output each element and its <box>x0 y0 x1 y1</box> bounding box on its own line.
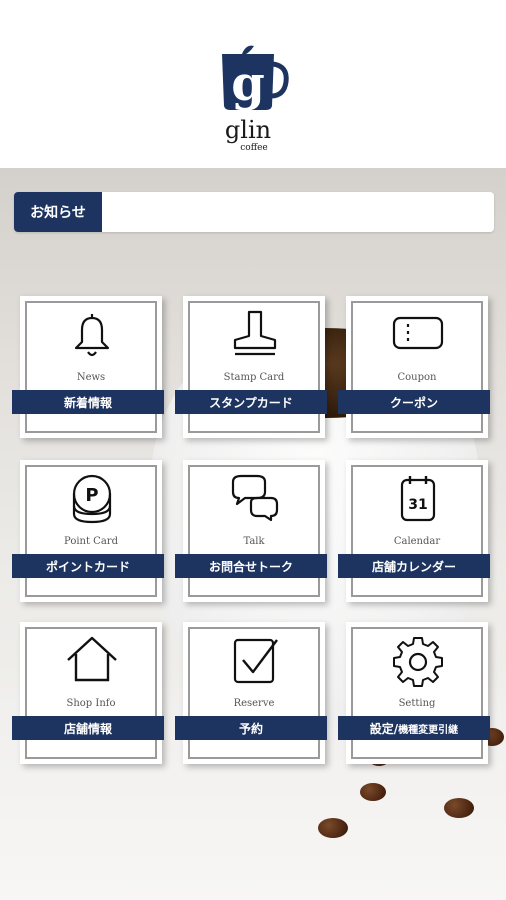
menu-label-jp: 新着情報 <box>12 390 164 414</box>
app-header: g glin coffee <box>0 0 506 168</box>
menu-label-en: Reserve <box>233 698 275 709</box>
svg-text:g: g <box>231 56 265 112</box>
checkbox-icon <box>233 638 278 684</box>
notice-bar[interactable]: お知らせ <box>14 192 494 232</box>
menu-label-jp: クーポン <box>338 390 490 414</box>
gear-icon <box>393 637 443 687</box>
menu-label-en: Setting <box>398 698 436 709</box>
glin-coffee-logo: g glin coffee <box>216 44 290 156</box>
svg-text:P: P <box>85 485 98 506</box>
svg-text:glin: glin <box>225 116 271 144</box>
menu-tile-point-card[interactable]: P Point Card ポイントカード <box>12 460 164 602</box>
menu-label-en: News <box>76 372 106 383</box>
menu-tile-reserve[interactable]: Reserve 予約 <box>175 622 327 764</box>
menu-label-en: Coupon <box>397 372 437 383</box>
menu-label-jp: ポイントカード <box>12 554 164 578</box>
bell-icon <box>74 314 110 357</box>
coins-icon: P <box>72 474 112 524</box>
menu-tile-talk[interactable]: Talk お問合せトーク <box>175 460 327 602</box>
coupon-icon <box>392 316 444 350</box>
menu-tile-stamp-card[interactable]: Stamp Card スタンプカード <box>175 296 327 438</box>
menu-label-jp: 設定/機種変更引継 <box>338 716 490 740</box>
menu-label-en: Shop Info <box>66 698 116 709</box>
notice-label: お知らせ <box>14 192 102 232</box>
menu-label-jp: 店舗情報 <box>12 716 164 740</box>
svg-text:31: 31 <box>408 497 427 513</box>
svg-text:coffee: coffee <box>240 143 268 153</box>
menu-tile-setting[interactable]: Setting 設定/機種変更引継 <box>338 622 490 764</box>
menu-label-jp: 店舗カレンダー <box>338 554 490 578</box>
menu-label-jp: 予約 <box>175 716 327 740</box>
stamp-icon <box>233 310 277 356</box>
menu-label-en: Talk <box>243 536 265 547</box>
menu-tile-calendar[interactable]: 31 Calendar 店舗カレンダー <box>338 460 490 602</box>
menu-label-en: Calendar <box>393 536 441 547</box>
menu-tile-shop-info[interactable]: Shop Info 店舗情報 <box>12 622 164 764</box>
calendar-icon: 31 <box>400 476 436 522</box>
menu-label-en: Point Card <box>64 536 118 547</box>
menu-label-jp: お問合せトーク <box>175 554 327 578</box>
chat-bubbles-icon <box>231 474 279 522</box>
house-icon <box>67 636 117 682</box>
menu-label-en: Stamp Card <box>223 372 285 383</box>
menu-tile-coupon[interactable]: Coupon クーポン <box>338 296 490 438</box>
menu-label-jp: スタンプカード <box>175 390 327 414</box>
menu-tile-news[interactable]: News 新着情報 <box>12 296 164 438</box>
